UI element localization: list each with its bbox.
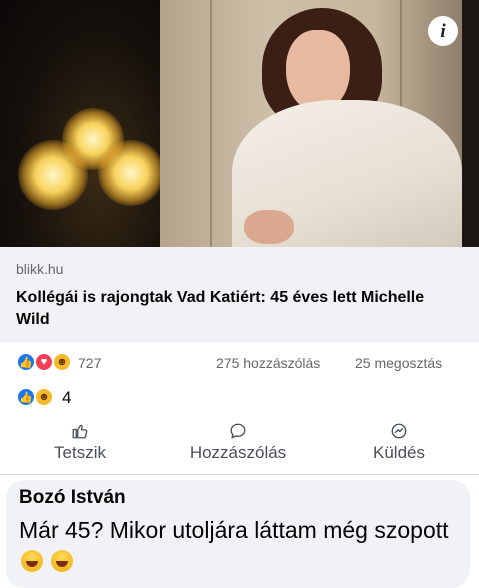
comment-author[interactable]: Bozó István — [19, 487, 126, 509]
wall-seam — [210, 0, 212, 247]
link-domain: blikk.hu — [16, 261, 64, 277]
section-divider — [0, 474, 479, 475]
speech-bubble-icon — [230, 423, 246, 439]
haha-reaction-icon: ☻ — [34, 387, 54, 407]
like-reaction-icon: 👍 — [16, 352, 36, 372]
reaction-count[interactable]: 727 — [78, 355, 101, 371]
comment-label: Hozzászólás — [189, 443, 287, 462]
comment-button[interactable]: Hozzászólás — [168, 422, 308, 474]
send-label: Küldés — [373, 443, 425, 462]
reaction-summary[interactable]: 👍 ♥ ☻ 727 275 hozzászólás 25 megosztás — [0, 352, 479, 378]
like-label: Tetszik — [54, 443, 106, 462]
comment-count[interactable]: 275 hozzászólás — [216, 355, 320, 371]
messenger-icon — [391, 423, 407, 439]
street-lamp-glow — [18, 140, 88, 210]
comment-body: Már 45? Mikor utoljára láttam még szopot… — [19, 517, 449, 543]
like-button[interactable]: Tetszik — [10, 422, 150, 474]
share-count[interactable]: 25 megosztás — [355, 355, 442, 371]
comment-reaction-summary[interactable]: 👍 ☻ 4 — [0, 387, 479, 413]
like-reaction-icon: 👍 — [16, 387, 36, 407]
background-edge — [462, 0, 479, 247]
send-button[interactable]: Küldés — [329, 422, 469, 474]
info-icon: i — [440, 20, 446, 42]
thumbs-up-icon — [72, 424, 88, 439]
link-title[interactable]: Kollégái is rajongtak Vad Katiért: 45 év… — [16, 287, 436, 331]
article-image[interactable]: i — [0, 0, 479, 247]
laughing-emoji-icon — [21, 550, 43, 572]
post-action-bar: Tetszik Hozzászólás Küldés — [0, 422, 479, 474]
person-hand — [244, 210, 294, 244]
love-reaction-icon: ♥ — [34, 352, 54, 372]
comment-text: Már 45? Mikor utoljára láttam még szopot… — [19, 515, 449, 577]
street-lamp-glow — [98, 140, 164, 206]
haha-reaction-icon: ☻ — [52, 352, 72, 372]
comment-reaction-count[interactable]: 4 — [62, 388, 71, 408]
laughing-emoji-icon — [51, 550, 74, 572]
info-button[interactable]: i — [428, 16, 458, 46]
